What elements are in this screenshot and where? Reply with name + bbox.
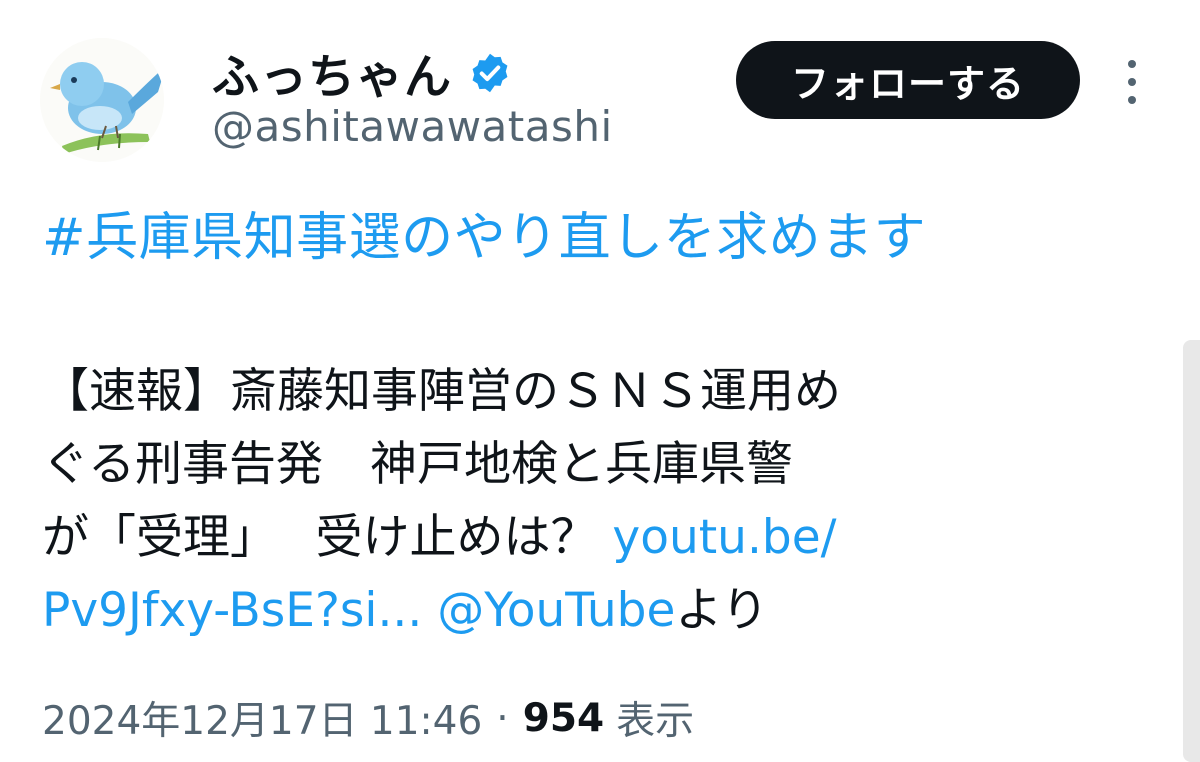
tweet-line-2: ぐる刑事告発 神戸地検と兵庫県警 xyxy=(42,437,794,492)
tweet-text: が「受理」 受け止めは？ xyxy=(42,510,613,565)
bluebird-avatar-icon xyxy=(40,38,164,162)
mention-suffix: より xyxy=(675,583,769,638)
verified-badge-icon xyxy=(472,53,508,92)
youtube-mention-link[interactable]: @YouTube xyxy=(437,583,675,638)
tweet-line-3: が「受理」 受け止めは？ youtu.be/ xyxy=(42,501,1162,574)
tweet-line-1: 【速報】斎藤知事陣営のＳＮＳ運用め xyxy=(42,364,841,419)
user-handle[interactable]: @ashitawawatashi xyxy=(212,102,613,151)
more-vertical-icon[interactable] xyxy=(1120,56,1144,108)
timestamp[interactable]: 2024年12月17日 11:46 xyxy=(42,690,482,746)
tweet-line-4: Pv9Jfxy-BsE?si... @YouTubeより xyxy=(42,574,1162,647)
views-label: 表示 xyxy=(616,699,695,744)
display-name[interactable]: ふっちゃん xyxy=(212,38,452,107)
scrollbar[interactable] xyxy=(1183,340,1200,762)
tweet-meta: 2024年12月17日 11:46 · 954 表示 xyxy=(42,690,694,746)
views-count: 954 xyxy=(522,695,605,741)
tweet-body: 【速報】斎藤知事陣営のＳＮＳ運用め ぐる刑事告発 神戸地検と兵庫県警 が「受理」… xyxy=(42,355,1162,647)
hashtag-link[interactable]: #兵庫県知事選のやり直しを求めます xyxy=(42,195,926,270)
author-name-row[interactable]: ふっちゃん xyxy=(212,38,512,107)
youtube-url-link[interactable]: youtu.be/ xyxy=(612,510,836,565)
follow-button[interactable]: フォローする xyxy=(736,41,1080,119)
youtube-url-link-continued[interactable]: Pv9Jfxy-BsE?si... xyxy=(42,583,422,638)
meta-separator: · xyxy=(496,695,509,741)
avatar[interactable] xyxy=(40,38,164,162)
